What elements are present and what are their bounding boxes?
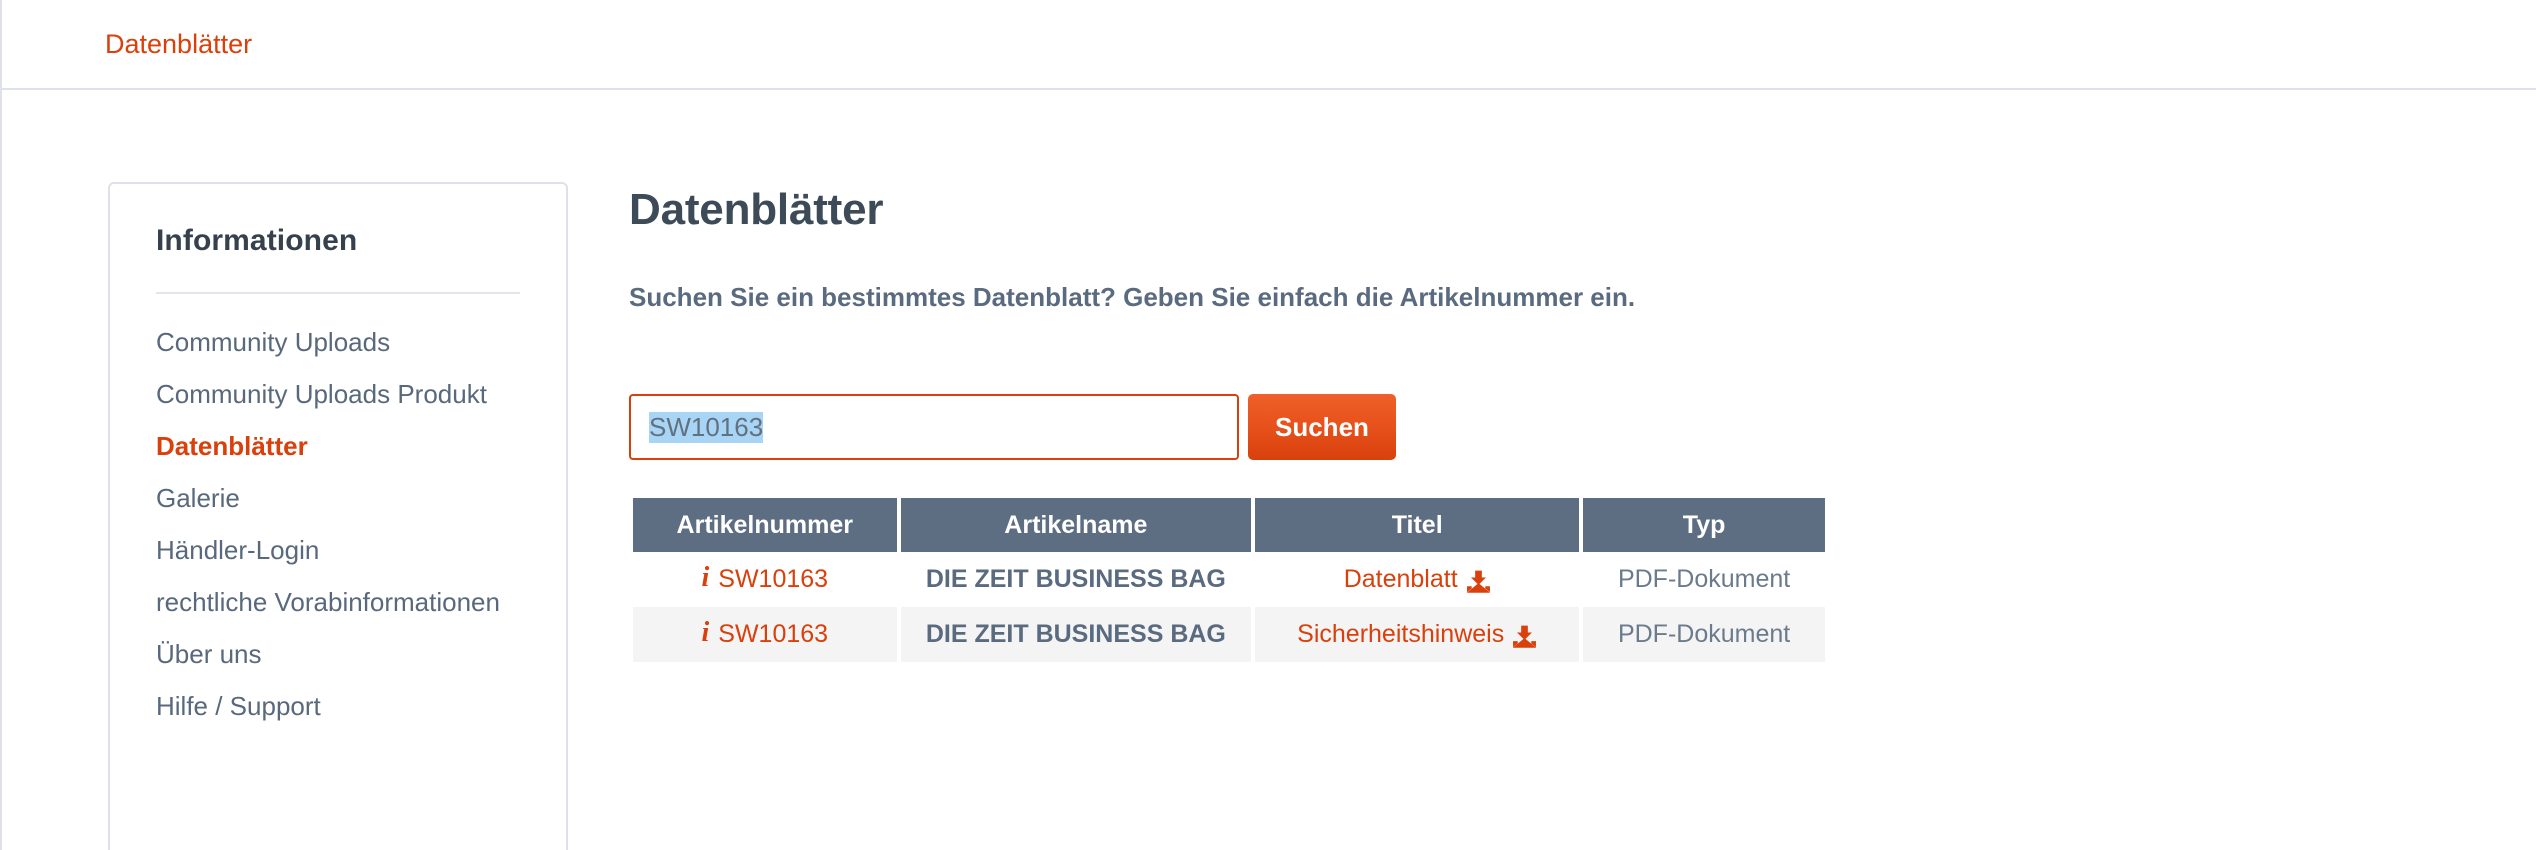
- titel-text: Sicherheitshinweis: [1297, 620, 1504, 649]
- artikelnummer-text: SW10163: [718, 620, 828, 649]
- page-root: Datenblätter Informationen Community Upl…: [0, 0, 2536, 850]
- sidebar-title: Informationen: [140, 184, 536, 258]
- table-header-typ[interactable]: Typ: [1583, 498, 1825, 552]
- titel-text: Datenblatt: [1344, 565, 1458, 594]
- download-icon: [1466, 570, 1491, 593]
- breadcrumb-link-datenblaetter[interactable]: Datenblätter: [105, 27, 252, 61]
- main-content: Datenblätter Suchen Sie ein bestimmtes D…: [629, 182, 2429, 662]
- page-title: Datenblätter: [629, 182, 2429, 238]
- sidebar-item-community-uploads-produkt[interactable]: Community Uploads Produkt: [156, 368, 520, 420]
- sidebar-item-community-uploads[interactable]: Community Uploads: [156, 316, 520, 368]
- table-row: i SW10163 DIE ZEIT BUSINESS BAG Sicherhe…: [633, 607, 1825, 662]
- cell-artikelname: DIE ZEIT BUSINESS BAG: [901, 607, 1252, 662]
- download-icon: [1512, 625, 1537, 648]
- titel-download-link[interactable]: Datenblatt: [1344, 565, 1491, 594]
- table-header-artikelname[interactable]: Artikelname: [901, 498, 1252, 552]
- sidebar-item-hilfe-support[interactable]: Hilfe / Support: [156, 680, 520, 732]
- sidebar-item-haendler-login[interactable]: Händler-Login: [156, 524, 520, 576]
- artikelnummer-link[interactable]: i SW10163: [701, 565, 828, 594]
- sidebar-item-rechtliche-vorabinformationen[interactable]: rechtliche Vorabinformationen: [156, 576, 520, 628]
- cell-typ: PDF-Dokument: [1583, 607, 1825, 662]
- cell-artikelname: DIE ZEIT BUSINESS BAG: [901, 552, 1252, 607]
- sidebar-item-ueber-uns[interactable]: Über uns: [156, 628, 520, 680]
- table-header-row: Artikelnummer Artikelname Titel Typ: [633, 498, 1825, 552]
- sidebar-item-galerie[interactable]: Galerie: [156, 472, 520, 524]
- search-input[interactable]: [629, 394, 1239, 460]
- search-row: Suchen: [629, 394, 2429, 460]
- sidebar-nav: Community Uploads Community Uploads Prod…: [140, 294, 536, 762]
- artikelnummer-text: SW10163: [718, 565, 828, 594]
- cell-titel: Datenblatt: [1255, 552, 1579, 607]
- info-icon: i: [701, 619, 709, 647]
- page-subtitle: Suchen Sie ein bestimmtes Datenblatt? Ge…: [629, 280, 2429, 314]
- cell-artikelnummer: i SW10163: [633, 607, 897, 662]
- search-button[interactable]: Suchen: [1248, 394, 1396, 460]
- titel-download-link[interactable]: Sicherheitshinweis: [1297, 620, 1537, 649]
- results-table: Artikelnummer Artikelname Titel Typ i SW…: [629, 498, 1829, 662]
- table-header-artikelnummer[interactable]: Artikelnummer: [633, 498, 897, 552]
- info-icon: i: [701, 564, 709, 592]
- table-header-titel[interactable]: Titel: [1255, 498, 1579, 552]
- table-row: i SW10163 DIE ZEIT BUSINESS BAG Datenbla…: [633, 552, 1825, 607]
- breadcrumb-bar: Datenblätter: [2, 0, 2536, 90]
- artikelnummer-link[interactable]: i SW10163: [701, 620, 828, 649]
- sidebar: Informationen Community Uploads Communit…: [108, 182, 568, 850]
- cell-artikelnummer: i SW10163: [633, 552, 897, 607]
- cell-titel: Sicherheitshinweis: [1255, 607, 1579, 662]
- cell-typ: PDF-Dokument: [1583, 552, 1825, 607]
- sidebar-item-datenblaetter[interactable]: Datenblätter: [156, 420, 520, 472]
